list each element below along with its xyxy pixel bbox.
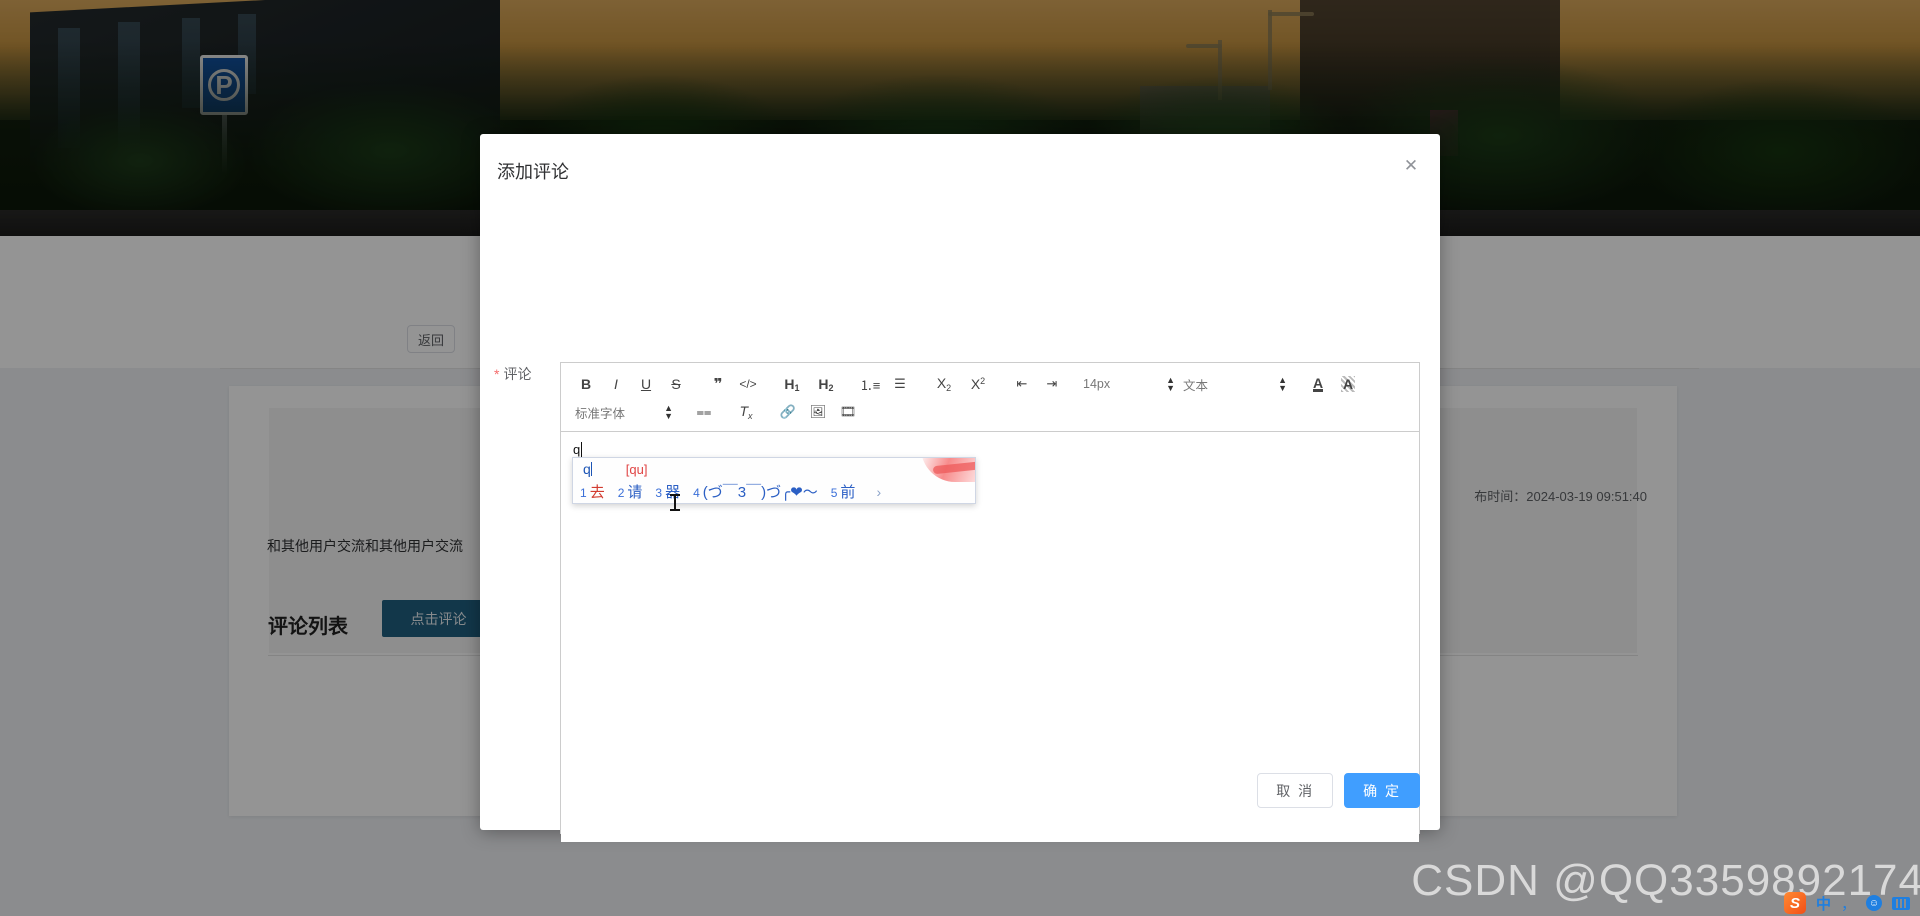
toolbar-row-2: 标准字体 ▲ ▼ ⩵ Tx 🔗 🖼 🎞 xyxy=(571,399,1409,425)
ime-keyboard-icon[interactable] xyxy=(1892,896,1910,910)
ime-language-mode[interactable]: 中 xyxy=(1816,893,1831,914)
field-label: * 评论 xyxy=(494,364,531,384)
dialog-title: 添加评论 xyxy=(497,162,569,182)
image-icon[interactable]: 🖼 xyxy=(803,400,833,424)
chevron-updown-icon: ▲ ▼ xyxy=(664,403,673,421)
ime-emoji-icon[interactable]: ☺ xyxy=(1866,895,1882,911)
outdent-icon[interactable]: ⇤ xyxy=(1007,372,1037,396)
ime-status-bar[interactable]: S 中 ， ☺ xyxy=(1778,890,1916,916)
ime-punctuation-icon[interactable]: ， xyxy=(1841,893,1856,914)
blockquote-icon[interactable]: ❞ xyxy=(703,372,733,396)
indent-icon[interactable]: ⇥ xyxy=(1037,372,1067,396)
typed-char: q xyxy=(573,442,581,457)
font-size-value: 14px xyxy=(1083,377,1111,391)
candidate-word: 去 xyxy=(589,484,605,501)
text-style-select[interactable]: 文本 ▲ ▼ xyxy=(1179,372,1291,396)
ime-pinyin-hint: [qu] xyxy=(625,461,648,477)
link-icon[interactable]: 🔗 xyxy=(773,400,803,424)
mouse-text-cursor xyxy=(670,494,680,511)
ime-candidate-row: 1 去 2 请 3 器 4 (づ￣3￣)づ╭❤～ 5 前 › xyxy=(580,481,881,502)
clear-format-icon[interactable]: Tx xyxy=(731,400,761,424)
align-icon[interactable]: ⩵ xyxy=(689,400,719,424)
text-caret xyxy=(581,442,583,457)
ordered-list-icon[interactable]: ⒈≡ xyxy=(855,372,885,396)
text-style-value: 文本 xyxy=(1183,378,1209,393)
editor-typed-text: q xyxy=(573,442,583,457)
background-color-icon[interactable]: A xyxy=(1333,372,1363,396)
candidate-word: 请 xyxy=(627,484,643,501)
chevron-updown-icon: ▲ ▼ xyxy=(1166,375,1175,393)
font-family-value: 标准字体 xyxy=(575,406,626,421)
subscript-icon[interactable]: X2 xyxy=(927,372,961,396)
font-family-select[interactable]: 标准字体 ▲ ▼ xyxy=(571,400,677,424)
candidate-word: 器 xyxy=(665,484,681,501)
superscript-icon[interactable]: X2 xyxy=(961,372,995,396)
chevron-right-icon[interactable]: › xyxy=(876,484,881,500)
field-label-text: 评论 xyxy=(503,366,532,382)
ime-candidate[interactable]: 1 去 xyxy=(580,481,605,502)
heading-1-icon[interactable]: H1 xyxy=(775,372,809,396)
sogou-logo-icon[interactable]: S xyxy=(1783,892,1806,914)
close-icon[interactable]: ✕ xyxy=(1398,152,1424,178)
dialog-footer: 取 消 确 定 xyxy=(1257,773,1420,808)
candidate-index: 5 xyxy=(830,486,838,500)
italic-icon[interactable]: I xyxy=(601,372,631,396)
add-comment-dialog: 添加评论 ✕ * 评论 B I U S ❞ </> H1 H2 ⒈≡ ☰ X2 … xyxy=(480,134,1440,842)
code-block-icon[interactable]: </> xyxy=(733,372,763,396)
screen: P 返回 布时间：2024-03-19 09:51:40 和其他用户交流和其他用… xyxy=(0,0,1920,916)
heading-2-icon[interactable]: H2 xyxy=(809,372,843,396)
candidate-word: 前 xyxy=(840,484,856,501)
bold-icon[interactable]: B xyxy=(571,372,601,396)
ime-candidate[interactable]: 3 器 xyxy=(655,481,680,502)
underline-icon[interactable]: U xyxy=(631,372,661,396)
rich-text-editor: B I U S ❞ </> H1 H2 ⒈≡ ☰ X2 X2 ⇤ ⇥ 14px … xyxy=(560,362,1420,842)
cancel-button[interactable]: 取 消 xyxy=(1257,773,1334,808)
candidate-word: (づ￣3￣)づ╭❤～ xyxy=(702,484,818,501)
required-asterisk: * xyxy=(494,366,500,382)
candidate-index: 4 xyxy=(693,486,700,500)
video-icon[interactable]: 🎞 xyxy=(833,400,863,424)
ime-candidate-popup[interactable]: q [qu] 1 去 2 请 3 器 4 (づ￣3￣)づ╭❤～ 5 前 › xyxy=(572,457,976,504)
editor-toolbar: B I U S ❞ </> H1 H2 ⒈≡ ☰ X2 X2 ⇤ ⇥ 14px … xyxy=(561,363,1419,432)
toolbar-row-1: B I U S ❞ </> H1 H2 ⒈≡ ☰ X2 X2 ⇤ ⇥ 14px … xyxy=(571,371,1409,397)
font-color-icon[interactable]: A xyxy=(1303,372,1333,396)
ime-candidate[interactable]: 2 请 xyxy=(618,481,643,502)
ime-candidate[interactable]: 4 (づ￣3￣)づ╭❤～ xyxy=(693,481,818,502)
ime-typed-text: q xyxy=(583,461,592,477)
candidate-index: 2 xyxy=(617,486,625,500)
candidate-index: 3 xyxy=(655,486,663,500)
candidate-index: 1 xyxy=(580,486,587,500)
bullet-list-icon[interactable]: ☰ xyxy=(885,372,915,396)
chevron-updown-icon: ▲ ▼ xyxy=(1278,375,1287,393)
ime-candidate[interactable]: 5 前 xyxy=(831,481,856,502)
confirm-button[interactable]: 确 定 xyxy=(1344,773,1420,808)
strikethrough-icon[interactable]: S xyxy=(661,372,691,396)
ime-composition-row: q [qu] xyxy=(583,461,647,477)
font-size-select[interactable]: 14px ▲ ▼ xyxy=(1079,372,1179,396)
